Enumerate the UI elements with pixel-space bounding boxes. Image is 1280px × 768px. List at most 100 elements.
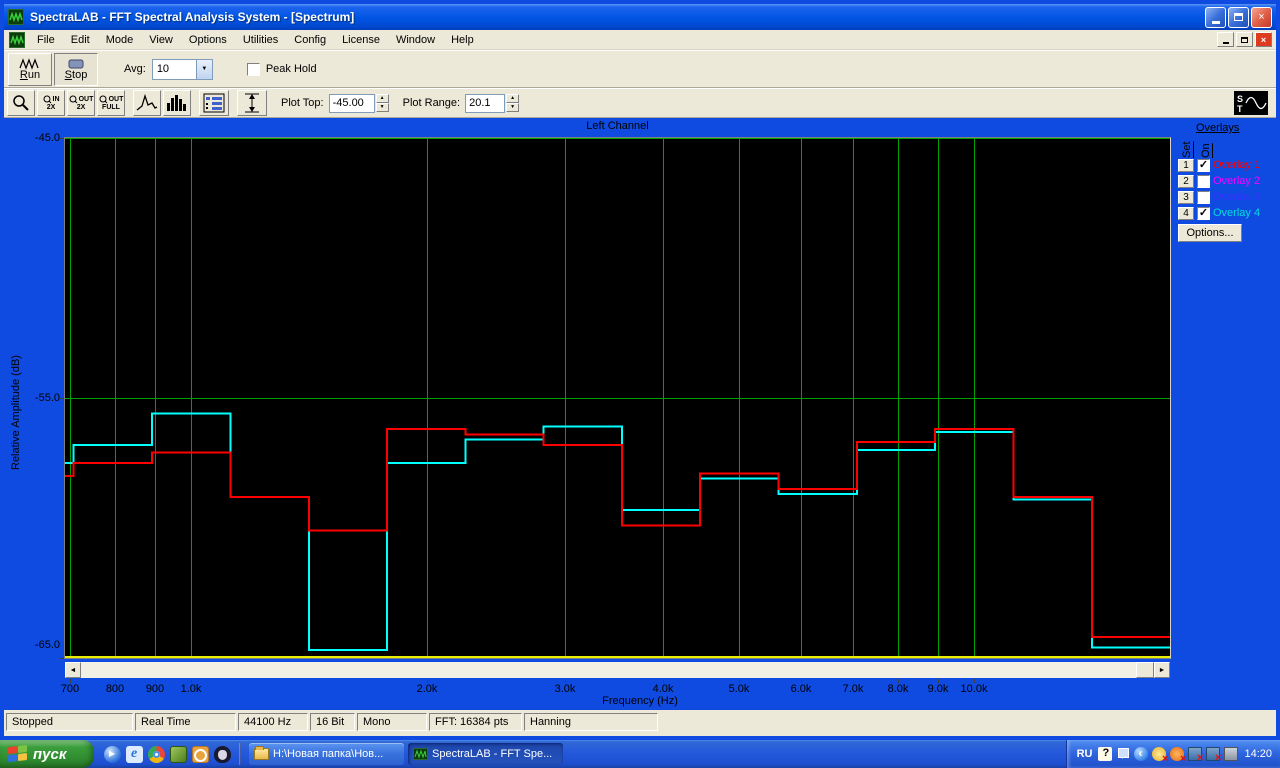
scrollbar-thumb[interactable]: [1136, 662, 1154, 678]
avg-value: 10: [151, 58, 196, 80]
scroll-left-button[interactable]: ◄: [65, 662, 81, 678]
network2-tray-icon[interactable]: [1206, 747, 1221, 764]
display-options-button[interactable]: [199, 90, 229, 116]
clock-app-icon[interactable]: [192, 745, 209, 763]
zoom-out-2x-button[interactable]: OUT 2X: [67, 90, 95, 116]
menu-view[interactable]: View: [141, 32, 181, 48]
winamp-icon[interactable]: [214, 745, 231, 763]
start-button-label: пуск: [33, 745, 67, 763]
peak-hold-checkbox[interactable]: [246, 62, 260, 76]
x-tick-5.0k: 5.0k: [728, 683, 750, 695]
menu-mode[interactable]: Mode: [98, 32, 142, 48]
bar-plot-button[interactable]: [163, 90, 191, 116]
avg-combobox[interactable]: 10 ▼: [151, 58, 213, 80]
trace-overlay-4: [65, 412, 1170, 652]
restore-icon: [1234, 13, 1243, 21]
x-tick-700: 700: [60, 683, 80, 695]
tray-clock[interactable]: 14:20: [1244, 748, 1272, 760]
overlays-options-button[interactable]: Options...: [1178, 224, 1242, 242]
plot-range-spinner[interactable]: ▲ ▼: [506, 94, 520, 112]
start-button[interactable]: пуск: [0, 740, 94, 768]
taskbar-task-folder[interactable]: H:\Новая папка\Нов...: [249, 743, 404, 765]
plot-range-up[interactable]: ▲: [506, 94, 520, 103]
run-button[interactable]: Run: [8, 52, 52, 86]
x-tick-1.0k: 1.0k: [180, 683, 202, 695]
plot-top-down[interactable]: ▼: [375, 103, 389, 112]
task-buttons: H:\Новая папка\Нов... SpectraLAB - FFT Sp…: [241, 743, 1066, 765]
menu-help[interactable]: Help: [443, 32, 482, 48]
signal-generator-icon[interactable]: ST: [1234, 91, 1268, 115]
plot-top-up[interactable]: ▲: [375, 94, 389, 103]
display-options-icon: [203, 93, 225, 113]
taskbar-task-spectralab[interactable]: SpectraLAB - FFT Spe...: [408, 743, 563, 765]
overlay-set-4-button[interactable]: 4: [1178, 206, 1194, 220]
network1-tray-icon[interactable]: [1188, 747, 1203, 764]
x-tick-2.0k: 2.0k: [416, 683, 438, 695]
menu-utilities[interactable]: Utilities: [235, 32, 286, 48]
trace-overlay-1: [65, 428, 1170, 639]
zoom-out-full-button[interactable]: OUT FULL: [97, 90, 125, 116]
help-icon[interactable]: [1098, 747, 1113, 761]
plot-top-input[interactable]: [328, 93, 375, 113]
vertical-range-button[interactable]: [237, 90, 267, 116]
overlay-set-1-button[interactable]: 1: [1178, 158, 1194, 172]
overlay-4-checkbox[interactable]: ✓: [1197, 206, 1210, 220]
plot-range-down[interactable]: ▼: [506, 103, 520, 112]
menu-window[interactable]: Window: [388, 32, 443, 48]
overlay-set-3-button[interactable]: 3: [1178, 190, 1194, 204]
display-tray-icon[interactable]: [1224, 747, 1239, 761]
media-player-icon[interactable]: [104, 745, 121, 763]
ie-icon[interactable]: [126, 745, 143, 763]
language-indicator[interactable]: RU: [1077, 748, 1093, 760]
close-button[interactable]: ×: [1251, 6, 1272, 28]
power-tray-icon[interactable]: [1152, 747, 1168, 765]
green-app-icon[interactable]: [170, 745, 187, 763]
menu-items: File Edit Mode View Options Utilities Config Li…: [29, 32, 482, 48]
overlay-3-checkbox[interactable]: [1197, 190, 1210, 204]
menu-config[interactable]: Config: [286, 32, 334, 48]
plot-range-input[interactable]: [465, 93, 506, 113]
status-fft-size: FFT: 16384 pts: [429, 713, 522, 731]
plot-horizontal-scrollbar[interactable]: ◄ ►: [65, 662, 1170, 678]
bar-plot-icon: [167, 95, 186, 111]
zoom-in-2x-button[interactable]: IN 2X: [37, 90, 65, 116]
spectrum-plot[interactable]: [64, 137, 1171, 659]
minimize-button[interactable]: [1205, 6, 1226, 28]
menu-edit[interactable]: Edit: [63, 32, 98, 48]
y-axis-label: Relative Amplitude (dB): [10, 355, 22, 470]
stop-button[interactable]: Stop: [54, 52, 98, 86]
svg-text:T: T: [1237, 104, 1243, 114]
window-arrange-icon[interactable]: [1116, 747, 1130, 761]
overlay-1-checkbox[interactable]: ✓: [1197, 158, 1210, 172]
overlay-2-checkbox[interactable]: [1197, 174, 1210, 188]
x-tick-10.0k: 10.0k: [960, 683, 988, 695]
zoom-button[interactable]: [7, 90, 35, 116]
child-close-button[interactable]: ×: [1255, 32, 1272, 47]
menu-license[interactable]: License: [334, 32, 388, 48]
plot-top-spinner[interactable]: ▲ ▼: [375, 94, 389, 112]
child-restore-button[interactable]: [1236, 32, 1253, 47]
stop-icon: [68, 59, 84, 68]
menu-options[interactable]: Options: [181, 32, 235, 48]
alert-tray-icon[interactable]: [1170, 747, 1186, 765]
run-button-label: Run: [19, 68, 41, 81]
line-plot-button[interactable]: [133, 90, 161, 116]
title-bar[interactable]: SpectraLAB - FFT Spectral Analysis Syste…: [4, 4, 1276, 30]
avg-dropdown-button[interactable]: ▼: [195, 58, 213, 80]
scrollbar-track[interactable]: [81, 662, 1154, 678]
child-window-icon[interactable]: [9, 31, 25, 48]
spectralab-icon: [413, 748, 428, 760]
child-minimize-button[interactable]: [1217, 32, 1234, 47]
scroll-right-button[interactable]: ►: [1154, 662, 1170, 678]
menu-file[interactable]: File: [29, 32, 63, 48]
chrome-icon[interactable]: [148, 745, 165, 763]
hide-icons-chevron-icon[interactable]: [1134, 746, 1149, 761]
overlay-1-label: Overlay 1: [1213, 159, 1261, 171]
x-axis-label: Frequency (Hz): [602, 695, 678, 707]
menu-bar: File Edit Mode View Options Utilities Config Li…: [4, 30, 1276, 50]
quick-launch: [94, 745, 239, 763]
plot-toolbar: IN 2X OUT 2X OUT FULL Plot Top: ▲▼ Plot …: [4, 88, 1276, 118]
overlay-set-2-button[interactable]: 2: [1178, 174, 1194, 188]
restore-button[interactable]: [1228, 6, 1249, 28]
overlay-row-2: 2 Overlay 2: [1178, 173, 1260, 189]
